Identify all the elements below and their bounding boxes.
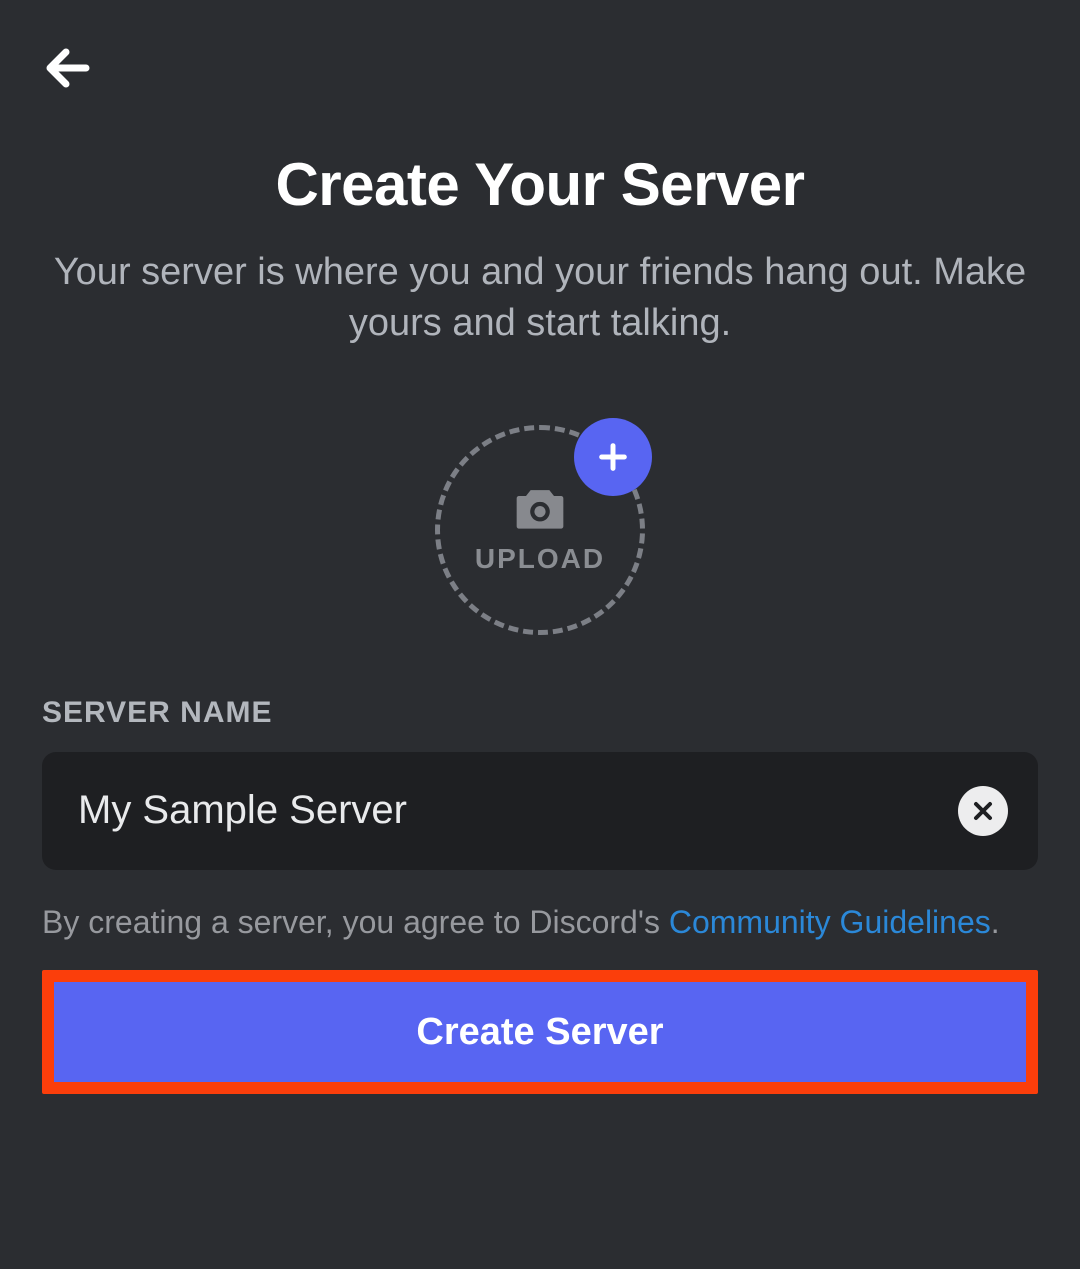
page-subtitle: Your server is where you and your friend… bbox=[42, 247, 1038, 350]
back-button[interactable] bbox=[38, 38, 98, 98]
arrow-left-icon bbox=[44, 44, 92, 92]
clear-input-button[interactable] bbox=[958, 786, 1008, 836]
community-guidelines-link[interactable]: Community Guidelines bbox=[669, 904, 991, 940]
create-server-button[interactable]: Create Server bbox=[54, 982, 1026, 1082]
disclaimer-prefix: By creating a server, you agree to Disco… bbox=[42, 904, 669, 940]
server-name-row bbox=[42, 752, 1038, 870]
page-title: Create Your Server bbox=[42, 150, 1038, 219]
close-icon bbox=[971, 799, 995, 823]
upload-avatar-button[interactable]: UPLOAD bbox=[430, 420, 650, 640]
plus-icon bbox=[596, 440, 630, 474]
upload-plus-badge bbox=[574, 418, 652, 496]
create-server-screen: Create Your Server Your server is where … bbox=[0, 0, 1080, 1269]
upload-label: UPLOAD bbox=[475, 543, 605, 575]
server-name-input[interactable] bbox=[78, 788, 958, 833]
disclaimer-suffix: . bbox=[991, 904, 1000, 940]
camera-icon bbox=[512, 485, 568, 535]
disclaimer-text: By creating a server, you agree to Disco… bbox=[42, 900, 1038, 945]
create-button-highlight: Create Server bbox=[42, 970, 1038, 1094]
server-name-label: SERVER NAME bbox=[42, 696, 1038, 730]
